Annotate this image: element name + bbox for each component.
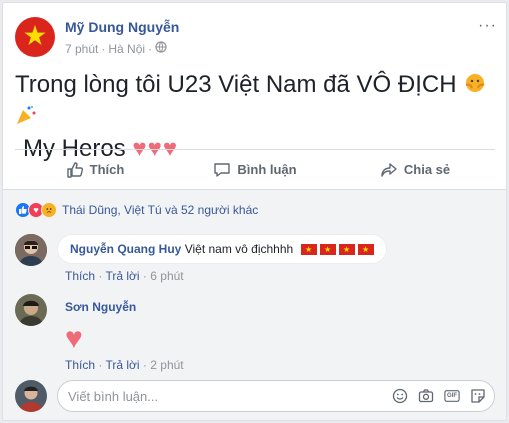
comment-label: Bình luận: [237, 162, 297, 177]
post-actions: Thích Bình luận Chia sẻ: [15, 149, 495, 189]
share-icon: [381, 162, 397, 177]
comment-placeholder: Viết bình luận...: [68, 389, 159, 404]
current-user-avatar[interactable]: [15, 380, 47, 412]
comment-item: Nguyễn Quang Huy Việt nam vô địchhhh ★ ★…: [15, 234, 495, 284]
gif-icon[interactable]: GIF: [444, 388, 460, 404]
post-text: Trong lòng tôi U23 Việt Nam đã VÔ ĐỊCH: [15, 71, 457, 98]
comment-time[interactable]: 6 phút: [150, 269, 183, 283]
dot-separator: ·: [142, 358, 147, 372]
dot-separator: ·: [142, 269, 147, 283]
globe-icon[interactable]: [155, 41, 167, 56]
comment-item: Sơn Nguyễn ♥ Thích · Trả lời · 2 phút: [15, 294, 495, 374]
comment-time[interactable]: 2 phút: [150, 358, 183, 372]
share-button[interactable]: Chia sẻ: [335, 150, 495, 189]
comment-author[interactable]: Nguyễn Quang Huy: [70, 242, 181, 256]
meta-separator: ·: [148, 41, 153, 56]
comments-section: ♥ Thái Dũng, Việt Tú và 52 người khác Ng…: [3, 189, 506, 420]
comment-author[interactable]: Sơn Nguyễn: [65, 300, 136, 314]
reactions-names[interactable]: Thái Dũng, Việt Tú và 52 người khác: [62, 203, 258, 217]
vietnam-flag-icon: ★: [357, 244, 374, 256]
comment-like-link[interactable]: Thích: [65, 269, 95, 283]
author-avatar[interactable]: [15, 17, 55, 57]
author-name[interactable]: Mỹ Dung Nguyễn: [65, 19, 179, 35]
post-time[interactable]: 7 phút: [65, 42, 98, 56]
comment-actions: Thích · Trả lời · 2 phút: [65, 358, 184, 372]
composer-icons: GIF: [392, 388, 486, 404]
comment-composer: Viết bình luận... GIF: [15, 380, 495, 414]
comment-like-link[interactable]: Thích: [65, 358, 95, 372]
reactions-summary[interactable]: ♥ Thái Dũng, Việt Tú và 52 người khác: [15, 202, 258, 218]
vietnam-flag-icon: ★: [319, 244, 336, 256]
post-card: Mỹ Dung Nguyễn 7 phút · Hà Nội · ··· Tro…: [2, 2, 507, 421]
share-label: Chia sẻ: [403, 162, 451, 177]
post-text-line-1: Trong lòng tôi U23 Việt Nam đã VÔ ĐỊCH: [15, 69, 495, 133]
hug-emoji-icon: [465, 74, 485, 92]
comment-actions: Thích · Trả lời · 6 phút: [65, 269, 184, 283]
post-location[interactable]: Hà Nội: [108, 42, 145, 56]
sad-icon: [41, 202, 57, 218]
comment-icon: [214, 162, 231, 177]
dot-separator: ·: [98, 269, 103, 283]
sticker-icon[interactable]: [470, 388, 486, 404]
vietnam-flag-icon: ★: [338, 244, 355, 256]
like-label: Thích: [89, 162, 125, 177]
post-meta: 7 phút · Hà Nội ·: [65, 41, 167, 56]
emoji-icon[interactable]: [392, 388, 408, 404]
camera-icon[interactable]: [418, 388, 434, 404]
vietnam-flag-icon: ★: [300, 244, 317, 256]
comment-reply-link[interactable]: Trả lời: [105, 358, 139, 372]
post-header: Mỹ Dung Nguyễn 7 phút · Hà Nội · ···: [15, 13, 497, 63]
dot-separator: ·: [98, 358, 103, 372]
vietnam-flags: ★ ★ ★ ★: [300, 244, 374, 256]
thumbs-up-icon: [66, 161, 83, 178]
flag-star-icon: [24, 25, 46, 45]
commenter-avatar[interactable]: [15, 294, 47, 326]
comment-button[interactable]: Bình luận: [175, 150, 335, 189]
comment-bubble: Nguyễn Quang Huy Việt nam vô địchhhh ★ ★…: [57, 234, 387, 264]
heart-sticker: ♥: [65, 322, 83, 355]
like-button[interactable]: Thích: [15, 150, 175, 189]
meta-separator: ·: [101, 41, 106, 56]
more-options-icon[interactable]: ···: [478, 17, 497, 35]
comment-input[interactable]: Viết bình luận... GIF: [57, 380, 495, 412]
comment-reply-link[interactable]: Trả lời: [105, 269, 139, 283]
gif-text: GIF: [447, 393, 457, 399]
party-popper-icon: [17, 106, 36, 124]
commenter-avatar[interactable]: [15, 234, 47, 266]
comment-text: Việt nam vô địchhhh: [184, 242, 294, 256]
